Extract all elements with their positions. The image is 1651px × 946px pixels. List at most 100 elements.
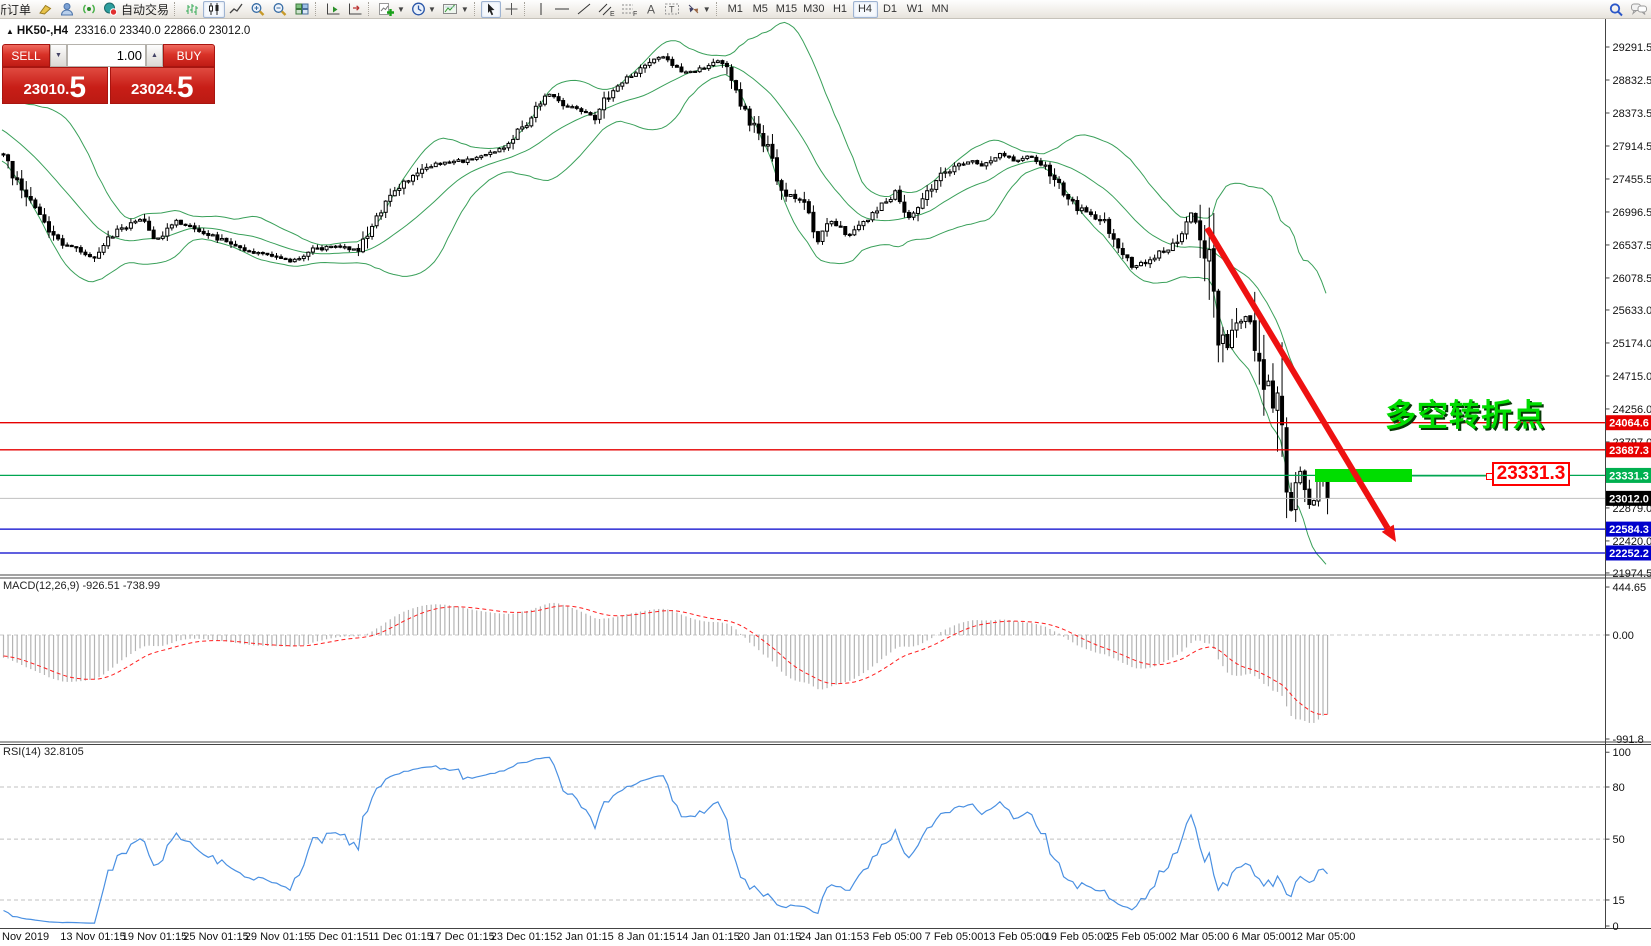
timeframe-mn[interactable]: MN: [928, 1, 953, 18]
time-axis-label: 2 Jan 01:15: [556, 931, 614, 943]
macd-histogram: [4, 603, 1328, 723]
timeframe-m30[interactable]: M30: [800, 1, 827, 18]
bar-chart-icon[interactable]: [181, 1, 203, 18]
fibonacci-icon[interactable]: F: [618, 1, 641, 18]
time-axis-label: 6 Mar 05:00: [1232, 931, 1291, 943]
trendline-icon[interactable]: [573, 1, 595, 18]
timeframe-d1[interactable]: D1: [878, 1, 903, 18]
macd-tick-label: 0.00: [1613, 630, 1634, 642]
time-axis-label: 19 Feb 05:00: [1045, 931, 1110, 943]
templates-button[interactable]: ▼: [439, 1, 472, 18]
horizontal-line-icon[interactable]: [551, 1, 573, 18]
price-tick-label: 27455.5: [1613, 174, 1651, 186]
crosshair-icon[interactable]: [501, 1, 522, 18]
time-axis-label: 17 Dec 01:15: [429, 931, 494, 943]
price-badge-label: 22584.3: [1609, 524, 1649, 536]
support-highlight-bar[interactable]: [1315, 469, 1412, 482]
buy-button[interactable]: BUY: [163, 44, 215, 67]
time-axis-label: 13 Feb 05:00: [983, 931, 1048, 943]
macd-signal-line: [4, 606, 1328, 715]
time-axis-label: 8 Jan 01:15: [618, 931, 676, 943]
chart-shift-icon[interactable]: [344, 1, 366, 18]
new-order-button[interactable]: 新订单: [0, 1, 34, 18]
indicators-button[interactable]: ▼: [375, 1, 408, 18]
sell-price-display[interactable]: 23010.5: [2, 67, 108, 104]
search-icon[interactable]: [1605, 1, 1627, 18]
candles: [2, 53, 1329, 522]
chat-icon[interactable]: [1627, 1, 1651, 18]
volume-increase-button[interactable]: ▲: [146, 44, 163, 67]
sell-price-main: 23010: [23, 82, 65, 100]
timeframe-m15[interactable]: M15: [773, 1, 800, 18]
price-tick-label: 25633.0: [1613, 305, 1651, 317]
callout-anchor-handle[interactable]: [1486, 473, 1493, 480]
price-badge-label: 23687.3: [1609, 445, 1649, 457]
autotrading-button[interactable]: 自动交易: [100, 1, 172, 18]
rsi-tick-label: 80: [1613, 782, 1625, 794]
turning-point-annotation[interactable]: 多空转折点: [1385, 390, 1545, 435]
price-badge-label: 23331.3: [1609, 470, 1649, 482]
timeframe-h4[interactable]: H4: [853, 1, 878, 18]
buy-price-frac: 5: [177, 75, 194, 101]
price-tick-label: 28373.5: [1613, 108, 1651, 120]
buy-price-display[interactable]: 23024.5: [110, 67, 216, 104]
timeframe-h1[interactable]: H1: [828, 1, 853, 18]
time-axis-label: 12 Mar 05:00: [1291, 931, 1356, 943]
channel-icon[interactable]: E: [595, 1, 618, 18]
timeframe-m5[interactable]: M5: [748, 1, 773, 18]
auto-scroll-icon[interactable]: [322, 1, 344, 18]
rsi-tick-label: 50: [1613, 834, 1625, 846]
rsi-label: RSI(14) 32.8105: [3, 746, 84, 758]
signal-icon[interactable]: [78, 1, 100, 18]
chart-canvas[interactable]: 29291.528832.528373.527914.527455.526996…: [0, 19, 1651, 946]
time-axis-label: 25 Feb 05:00: [1106, 931, 1171, 943]
time-axis: Nov 201913 Nov 01:1519 Nov 01:1525 Nov 0…: [0, 931, 1651, 945]
price-callout-label[interactable]: 23331.3: [1492, 462, 1570, 486]
cursor-icon[interactable]: [481, 1, 501, 18]
price-badge-label: 23012.0: [1609, 493, 1649, 505]
community-icon[interactable]: [56, 1, 78, 18]
price-tick-label: 27914.5: [1613, 141, 1651, 153]
time-axis-label: 29 Nov 01:15: [245, 931, 310, 943]
zoom-out-icon[interactable]: [269, 1, 291, 18]
price-tick-label: 26537.5: [1613, 240, 1651, 252]
timeframe-m1[interactable]: M1: [723, 1, 748, 18]
ohlc-values: 23316.0 23340.0 22866.0 23012.0: [74, 25, 250, 37]
price-badge-label: 24064.6: [1609, 418, 1649, 430]
text-icon[interactable]: A: [641, 1, 661, 18]
price-tick-label: 21974.5: [1613, 568, 1651, 580]
time-axis-label: 7 Feb 05:00: [925, 931, 984, 943]
timeframe-group: M1M5M15M30H1H4D1W1MN: [723, 1, 953, 18]
tile-windows-icon[interactable]: [291, 1, 313, 18]
zoom-in-icon[interactable]: [247, 1, 269, 18]
toolbar: 新订单 自动交易 ▼ ▼ ▼ E F A T ▼ M1M5M15M30H1H4D…: [0, 0, 1651, 19]
time-axis-label: 20 Jan 01:15: [738, 931, 802, 943]
macd-tick-label: -991.8: [1613, 734, 1644, 746]
bollinger-band: [2, 65, 1326, 429]
candle-chart-icon[interactable]: [203, 1, 225, 18]
sell-button[interactable]: SELL: [2, 44, 50, 67]
time-axis-label: 19 Nov 01:15: [122, 931, 187, 943]
highlighter-icon[interactable]: [34, 1, 56, 18]
volume-input[interactable]: 1.00: [67, 44, 146, 67]
price-tick-label: 24256.0: [1613, 404, 1651, 416]
time-axis-label: 25 Nov 01:15: [183, 931, 248, 943]
timeframe-w1[interactable]: W1: [903, 1, 928, 18]
price-badge-label: 22252.2: [1609, 548, 1649, 560]
line-chart-icon[interactable]: [225, 1, 247, 18]
vertical-line-icon[interactable]: [531, 1, 551, 18]
periods-button[interactable]: ▼: [408, 1, 439, 18]
svg-text:A: A: [647, 3, 655, 17]
time-axis-label: 11 Dec 01:15: [368, 931, 433, 943]
new-order-label: 新订单: [0, 1, 31, 18]
arrows-icon[interactable]: ▼: [683, 1, 714, 18]
time-axis-label: 3 Feb 05:00: [863, 931, 922, 943]
volume-decrease-button[interactable]: ▼: [50, 44, 67, 67]
price-tick-label: 28832.5: [1613, 75, 1651, 87]
time-axis-label: 24 Jan 01:15: [799, 931, 863, 943]
symbol-ohlc-line: ▲HK50-,H4 23316.0 23340.0 22866.0 23012.…: [6, 25, 250, 37]
time-axis-label: 5 Dec 01:15: [309, 931, 368, 943]
text-label-icon[interactable]: T: [661, 1, 683, 18]
svg-text:E: E: [610, 11, 615, 17]
symbol-label: HK50-,H4: [17, 25, 68, 37]
